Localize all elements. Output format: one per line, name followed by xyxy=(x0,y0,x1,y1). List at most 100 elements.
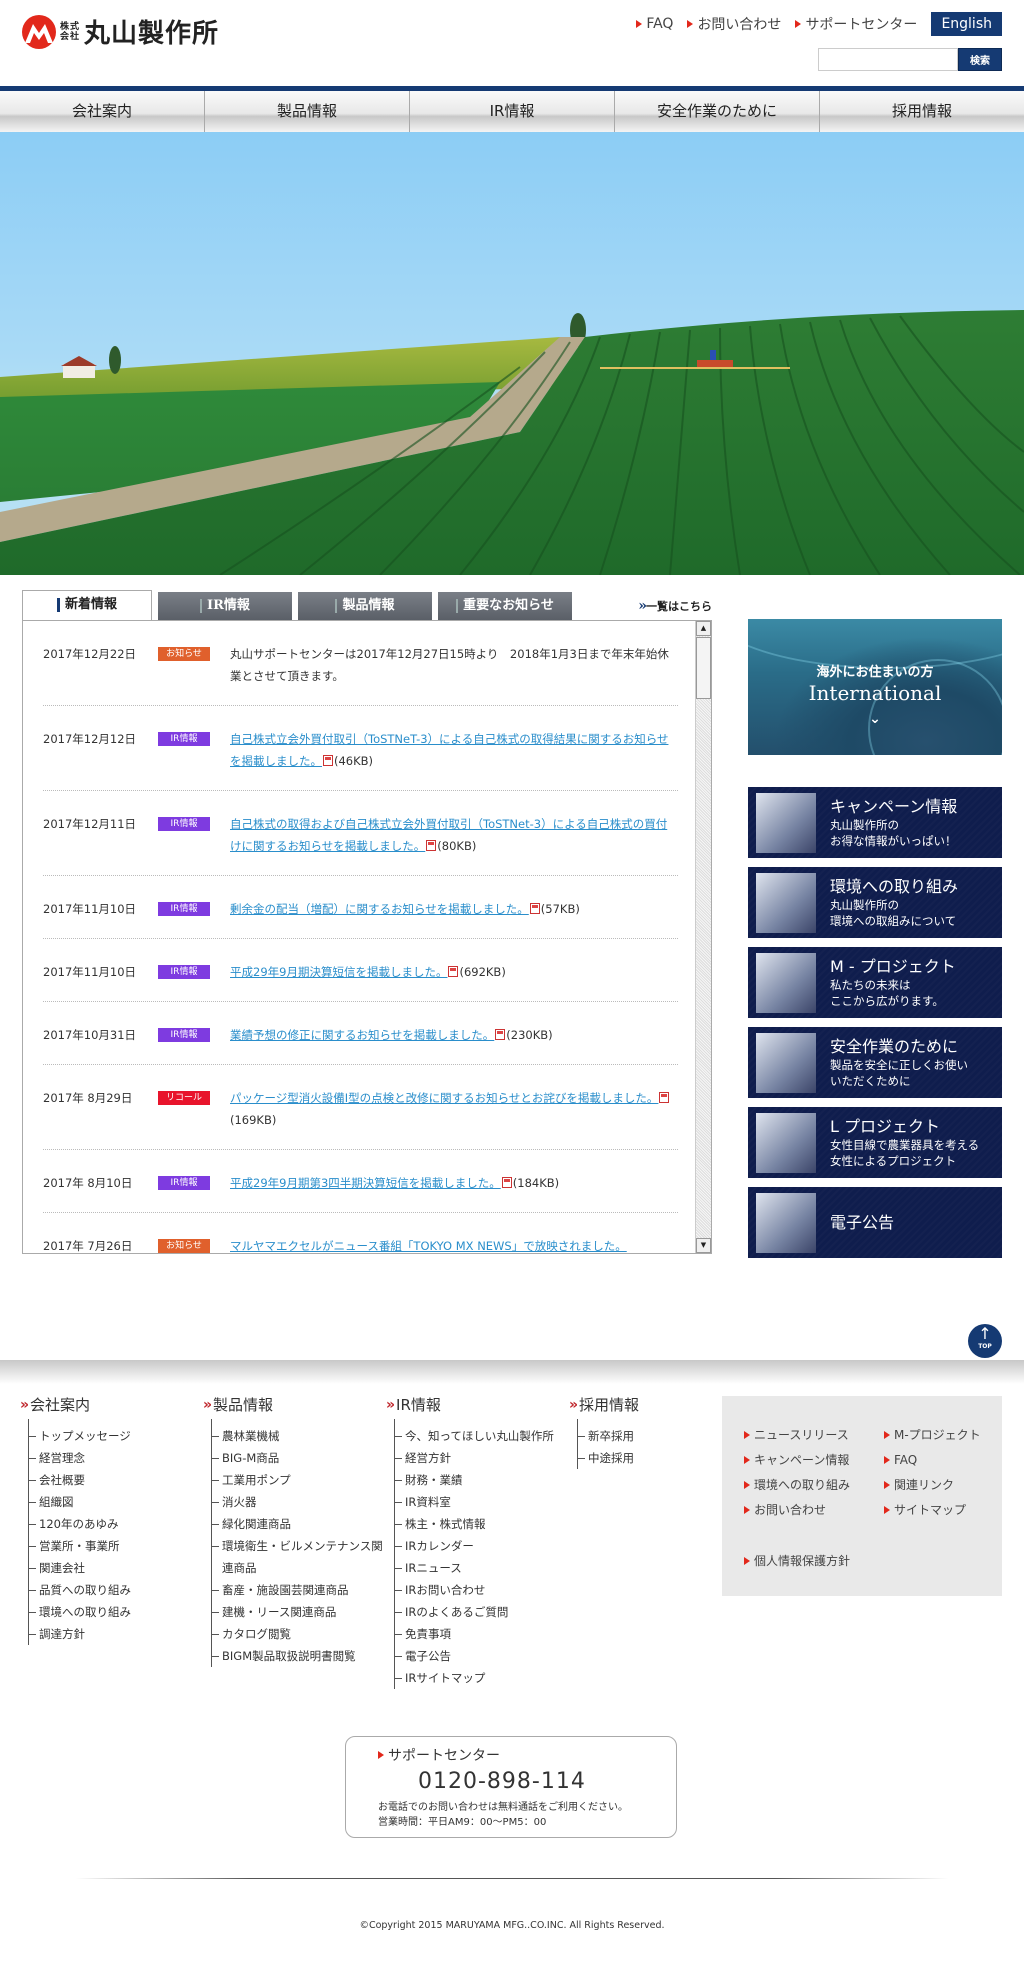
search-input[interactable] xyxy=(818,48,958,71)
tab-important[interactable]: 重要なお知らせ xyxy=(438,592,572,620)
sitemap-link[interactable]: 電子公告 xyxy=(395,1645,569,1667)
sitemap-link[interactable]: IRサイトマップ xyxy=(395,1667,569,1689)
international-banner[interactable]: 海外にお住まいの方 International ⌄ xyxy=(748,619,1002,755)
farm-field-illustration xyxy=(0,310,1024,575)
quick-link[interactable]: サイトマップ xyxy=(884,1501,1004,1518)
sitemap-link[interactable]: トップメッセージ xyxy=(29,1425,203,1447)
sitemap-link[interactable]: 緑化関連商品 xyxy=(212,1513,386,1535)
scroll-down-icon[interactable]: ▼ xyxy=(696,1238,711,1253)
sitemap-link[interactable]: 経営理念 xyxy=(29,1447,203,1469)
nav-safety[interactable]: 安全作業のために xyxy=(615,91,820,132)
support-phone[interactable]: 0120-898-114 xyxy=(418,1769,676,1794)
sitemap-link[interactable]: 経営方針 xyxy=(395,1447,569,1469)
support-center-link[interactable]: サポートセンター xyxy=(795,14,917,34)
sitemap-link[interactable]: カタログ閲覧 xyxy=(212,1623,386,1645)
news-link[interactable]: 自己株式立会外買付取引（ToSTNeT-3）による自己株式の取得結果に関するお知… xyxy=(230,732,668,768)
sitemap-link[interactable]: 営業所・事業所 xyxy=(29,1535,203,1557)
faq-link[interactable]: FAQ xyxy=(636,16,673,32)
sitemap-heading-label: IR情報 xyxy=(396,1396,441,1414)
quick-link[interactable]: 環境への取り組み xyxy=(744,1476,884,1493)
sidebar-banner[interactable]: L プロジェクト 女性目線で農業器具を考える 女性によるプロジェクト xyxy=(748,1107,1002,1178)
quick-link[interactable]: M-プロジェクト xyxy=(884,1426,1004,1443)
search-button[interactable]: 検索 xyxy=(958,48,1002,71)
sitemap-link[interactable]: IRカレンダー xyxy=(395,1535,569,1557)
sitemap-heading[interactable]: » IR情報 xyxy=(386,1394,569,1415)
sitemap-link[interactable]: 中途採用 xyxy=(578,1447,709,1469)
sitemap-link[interactable]: 調達方針 xyxy=(29,1623,203,1645)
news-category-badge: お知らせ xyxy=(158,647,210,661)
banner-subtitle: 製品を安全に正しくお使い xyxy=(830,1057,968,1072)
sitemap-link[interactable]: 環境への取り組み xyxy=(29,1601,203,1623)
news-link[interactable]: 平成29年9月期第3四半期決算短信を掲載しました。 xyxy=(230,1176,501,1190)
sitemap-link[interactable]: 新卒採用 xyxy=(578,1425,709,1447)
logo-small-top: 株式 xyxy=(60,21,81,32)
news-scrollbar[interactable]: ▲ ▼ xyxy=(695,621,711,1253)
tab-marker xyxy=(56,597,60,612)
news-link[interactable]: 業績予想の修正に関するお知らせを掲載しました。 xyxy=(230,1028,494,1042)
sitemap-link[interactable]: 畜産・施設園芸関連商品 xyxy=(212,1579,386,1601)
sitemap-link[interactable]: 環境衛生・ビルメンテナンス関連商品 xyxy=(212,1535,386,1579)
sitemap-link[interactable]: IR資料室 xyxy=(395,1491,569,1513)
news-link[interactable]: マルヤマエクセルがニュース番組「TOKYO MX NEWS」で放映されました。 xyxy=(230,1239,627,1253)
quick-link[interactable]: FAQ xyxy=(884,1451,1004,1468)
contact-link[interactable]: お問い合わせ xyxy=(687,14,781,34)
quick-link[interactable]: ニュースリリース xyxy=(744,1426,884,1443)
sitemap-link[interactable]: IRお問い合わせ xyxy=(395,1579,569,1601)
back-to-top-button[interactable]: ↑ TOP xyxy=(968,1324,1002,1358)
scroll-up-icon[interactable]: ▲ xyxy=(696,621,711,636)
support-hours: 営業時間：平日AM9：00〜PM5：00 xyxy=(378,1817,547,1828)
nav-recruit[interactable]: 採用情報 xyxy=(820,91,1024,132)
sidebar-banner[interactable]: 安全作業のために 製品を安全に正しくお使い いただくために xyxy=(748,1027,1002,1098)
support-center-label: サポートセンター xyxy=(805,17,918,33)
sitemap-link[interactable]: 工業用ポンプ xyxy=(212,1469,386,1491)
quick-link[interactable]: 関連リンク xyxy=(884,1476,1004,1493)
company-logo[interactable]: 株式 会社 丸山製作所 xyxy=(22,13,219,50)
sitemap-link[interactable]: IRニュース xyxy=(395,1557,569,1579)
sitemap-link[interactable]: BIG-M商品 xyxy=(212,1447,386,1469)
sitemap-link[interactable]: 組織図 xyxy=(29,1491,203,1513)
global-nav: 会社案内 製品情報 IR情報 安全作業のために 採用情報 xyxy=(0,86,1024,132)
tab-products-label: 製品情報 xyxy=(342,598,395,613)
sitemap-link[interactable]: 株主・株式情報 xyxy=(395,1513,569,1535)
sitemap-link[interactable]: 品質への取り組み xyxy=(29,1579,203,1601)
sitemap-link[interactable]: 財務・業績 xyxy=(395,1469,569,1491)
banner-thumbnail xyxy=(756,872,816,933)
view-all-link[interactable]: » 一覧はこちら xyxy=(638,598,712,620)
quick-link[interactable]: お問い合わせ xyxy=(744,1501,884,1518)
sitemap-link[interactable]: 関連会社 xyxy=(29,1557,203,1579)
nav-products[interactable]: 製品情報 xyxy=(205,91,410,132)
privacy-policy-link[interactable]: 個人情報保護方針 xyxy=(744,1552,1002,1569)
nav-ir[interactable]: IR情報 xyxy=(410,91,615,132)
sitemap-link[interactable]: 消火器 xyxy=(212,1491,386,1513)
sidebar-banner[interactable]: 環境への取り組み 丸山製作所の 環境への取組みについて xyxy=(748,867,1002,938)
sitemap-link[interactable]: 120年のあゆみ xyxy=(29,1513,203,1535)
sidebar-banner[interactable]: 電子公告 xyxy=(748,1187,1002,1258)
double-chevron-icon: » xyxy=(386,1396,395,1413)
tab-latest[interactable]: 新着情報 xyxy=(22,590,152,620)
sitemap-link[interactable]: 建機・リース関連商品 xyxy=(212,1601,386,1623)
triangle-bullet-icon xyxy=(744,1480,750,1489)
sitemap-link[interactable]: 農林業機械 xyxy=(212,1425,386,1447)
triangle-bullet-icon xyxy=(378,1751,384,1759)
scroll-thumb[interactable] xyxy=(696,637,711,699)
tab-ir[interactable]: IR情報 xyxy=(158,592,292,620)
sitemap-heading[interactable]: » 製品情報 xyxy=(203,1394,386,1415)
nav-company[interactable]: 会社案内 xyxy=(0,91,205,132)
sidebar-banner[interactable]: M - プロジェクト 私たちの未来は ここから広がります。 xyxy=(748,947,1002,1018)
english-button[interactable]: English xyxy=(931,12,1002,36)
tab-products[interactable]: 製品情報 xyxy=(298,592,432,620)
sidebar-banner[interactable]: キャンペーン情報 丸山製作所の お得な情報がいっぱい！ xyxy=(748,787,1002,858)
news-link[interactable]: 平成29年9月期決算短信を掲載しました。 xyxy=(230,965,447,979)
sitemap-link[interactable]: IRのよくあるご質問 xyxy=(395,1601,569,1623)
sitemap-link[interactable]: BIGM製品取扱説明書閲覧 xyxy=(212,1645,386,1667)
news-link[interactable]: 剰余金の配当（増配）に関するお知らせを掲載しました。 xyxy=(230,902,529,916)
sitemap-link[interactable]: 免責事項 xyxy=(395,1623,569,1645)
news-link[interactable]: パッケージ型消火設備I型の点検と改修に関するお知らせとお詫びを掲載しました。 xyxy=(230,1091,658,1105)
pdf-icon xyxy=(426,840,437,851)
triangle-bullet-icon xyxy=(744,1505,750,1514)
quick-link[interactable]: キャンペーン情報 xyxy=(744,1451,884,1468)
sitemap-heading[interactable]: » 会社案内 xyxy=(20,1394,203,1415)
sitemap-link[interactable]: 今、知ってほしい丸山製作所 xyxy=(395,1425,569,1447)
sitemap-link[interactable]: 会社概要 xyxy=(29,1469,203,1491)
sitemap-heading[interactable]: » 採用情報 xyxy=(569,1394,709,1415)
